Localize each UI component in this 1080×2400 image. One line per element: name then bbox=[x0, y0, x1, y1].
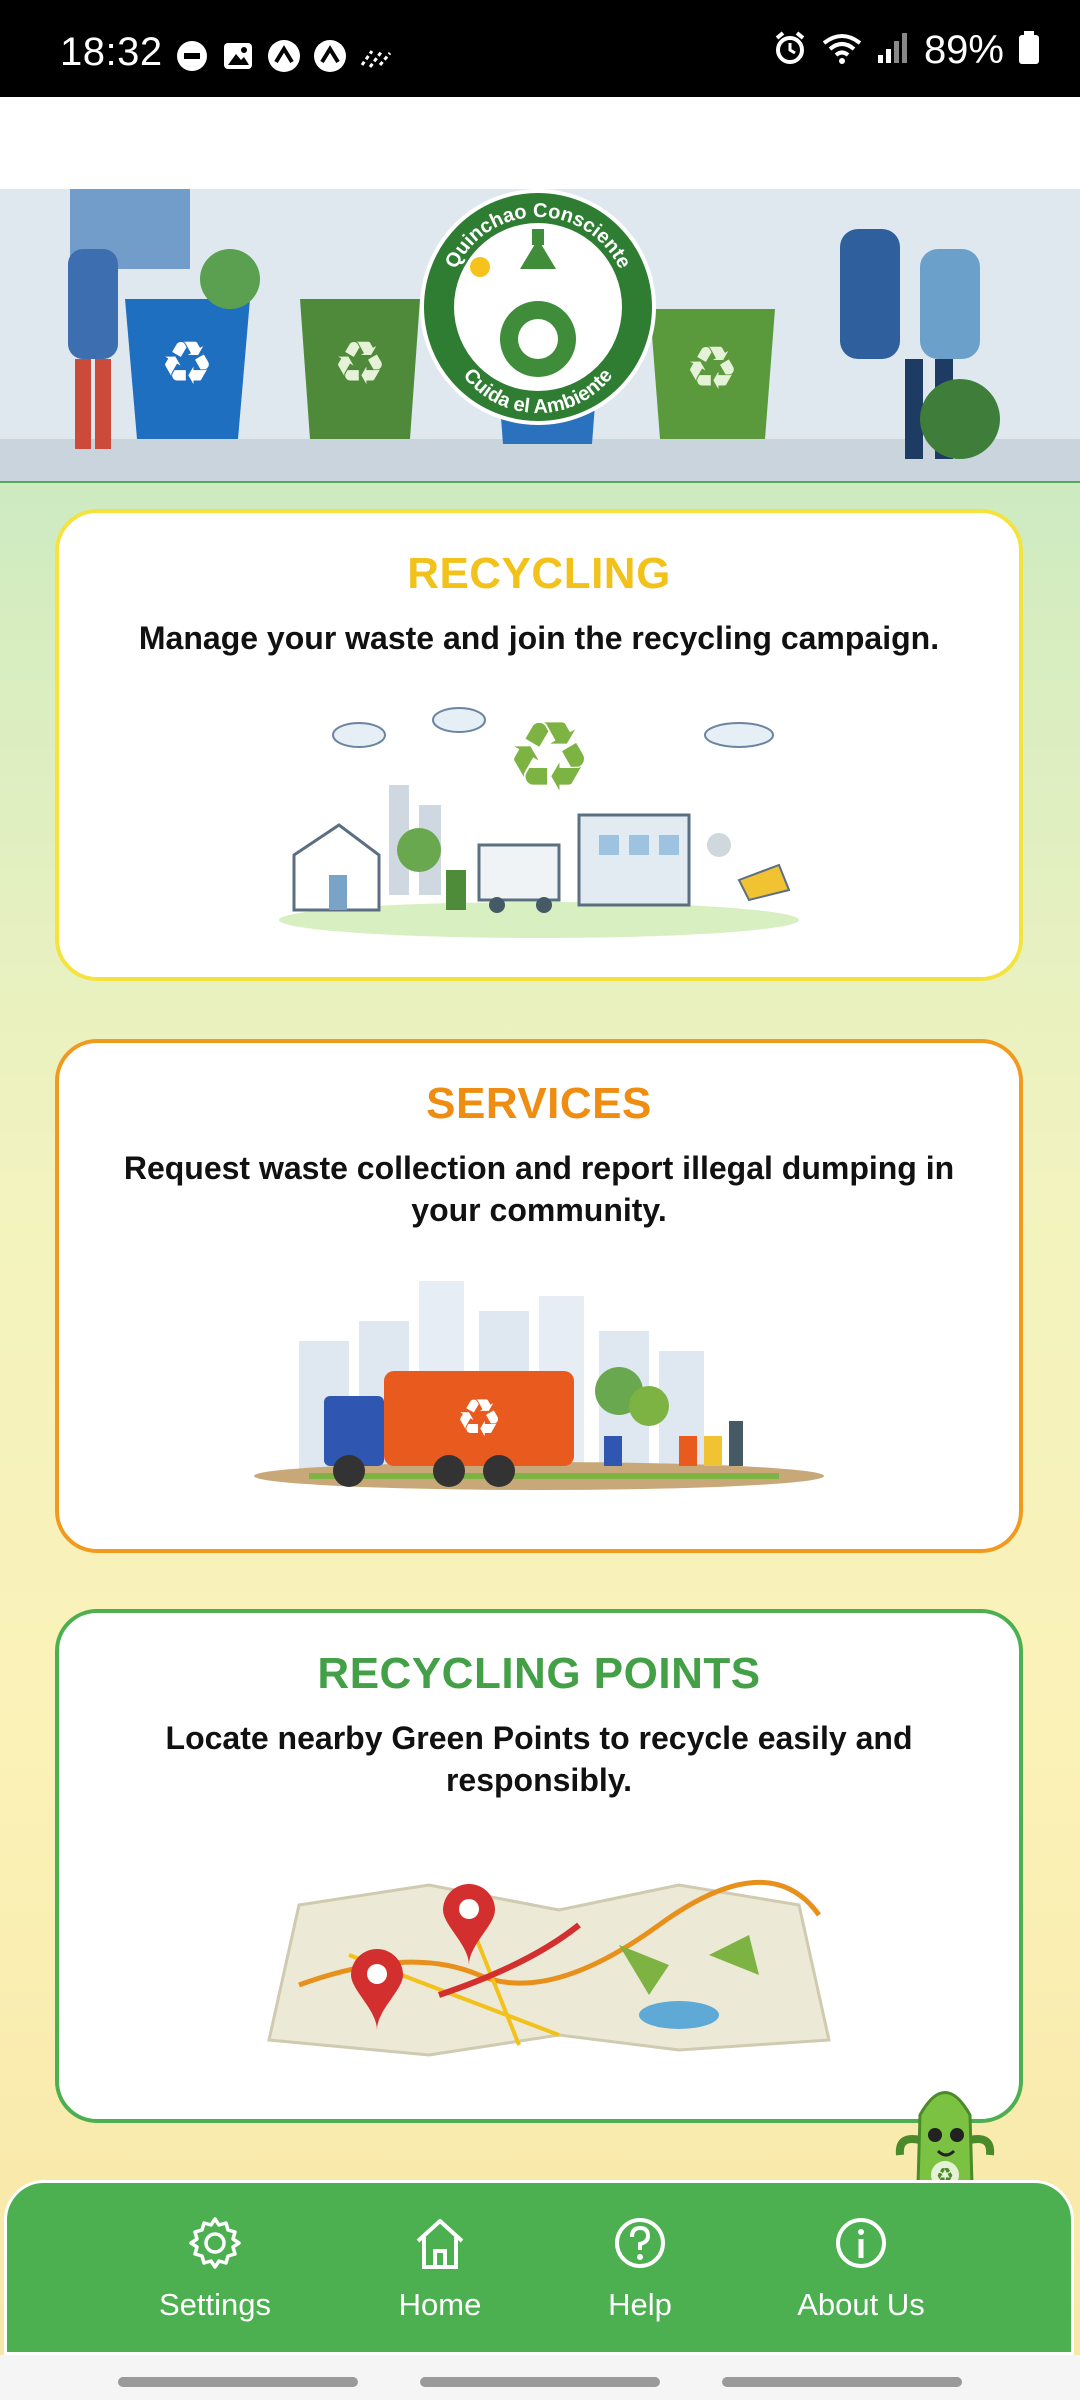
recycling-card[interactable]: RECYCLING Manage your waste and join the… bbox=[55, 509, 1023, 981]
do-not-disturb-icon bbox=[174, 38, 210, 74]
recycling-card-description: Manage your waste and join the recycling… bbox=[138, 620, 940, 656]
nav-about[interactable]: About Us bbox=[761, 2213, 961, 2323]
hero-banner: ♻ ♻ ♻ Quinchao Consciente Cuida el Ambie… bbox=[0, 189, 1080, 483]
svg-text:♻: ♻ bbox=[506, 704, 592, 811]
nav-settings[interactable]: Settings bbox=[115, 2213, 315, 2323]
gallery-icon bbox=[220, 38, 256, 74]
recycling-points-card[interactable]: RECYCLING POINTS Locate nearby Green Poi… bbox=[55, 1609, 1023, 2123]
recycling-points-card-description: Locate nearby Green Points to recycle ea… bbox=[165, 1720, 913, 1798]
gear-icon bbox=[189, 2217, 241, 2269]
nav-home-label: Home bbox=[398, 2287, 482, 2322]
system-navigation-bar bbox=[0, 2355, 1080, 2400]
battery-icon bbox=[1018, 31, 1040, 70]
signal-icon bbox=[876, 31, 910, 70]
nav-help[interactable]: Help bbox=[540, 2213, 740, 2323]
alarm-icon bbox=[772, 30, 808, 71]
recycling-city-illustration: ♻ bbox=[279, 704, 799, 938]
app-icon bbox=[266, 38, 302, 74]
svg-text:♻: ♻ bbox=[456, 1390, 503, 1448]
recent-apps-handle[interactable] bbox=[118, 2377, 358, 2387]
services-card[interactable]: SERVICES Request waste collection and re… bbox=[55, 1039, 1023, 1553]
recycling-card-title: RECYCLING bbox=[407, 549, 671, 598]
nav-settings-label: Settings bbox=[158, 2287, 271, 2322]
back-handle[interactable] bbox=[722, 2377, 962, 2387]
nav-about-label: About Us bbox=[797, 2287, 925, 2322]
home-icon bbox=[416, 2219, 464, 2269]
nav-home[interactable]: Home bbox=[340, 2213, 540, 2323]
system-icons: 89% bbox=[772, 28, 1040, 73]
bottom-navigation: Settings Home Help About Us bbox=[4, 2180, 1074, 2355]
wifi-calling-icon bbox=[358, 38, 394, 74]
home-screen: ♻ ♻ ♻ Quinchao Consciente Cuida el Ambie… bbox=[0, 189, 1080, 2400]
svg-text:♻: ♻ bbox=[685, 335, 739, 402]
status-time: 18:32 bbox=[60, 30, 163, 74]
app-header bbox=[0, 97, 1080, 189]
garbage-truck-illustration: ♻ bbox=[254, 1281, 824, 1490]
help-icon bbox=[615, 2218, 665, 2268]
wifi-icon bbox=[822, 31, 862, 70]
services-card-title: SERVICES bbox=[426, 1079, 652, 1128]
map-illustration bbox=[267, 1879, 831, 2057]
services-card-description: Request waste collection and report ille… bbox=[123, 1150, 955, 1228]
quinchao-logo: Quinchao Consciente Cuida el Ambiente bbox=[420, 189, 656, 425]
svg-text:♻: ♻ bbox=[333, 330, 387, 397]
recycling-points-card-title: RECYCLING POINTS bbox=[317, 1649, 761, 1698]
battery-percent: 89% bbox=[923, 28, 1004, 72]
app-icon bbox=[312, 38, 348, 74]
notification-icons bbox=[174, 38, 394, 74]
nav-help-label: Help bbox=[608, 2287, 672, 2322]
info-icon bbox=[836, 2218, 886, 2268]
svg-text:♻: ♻ bbox=[160, 330, 214, 397]
status-bar: 18:32 89% bbox=[0, 0, 1080, 97]
home-handle[interactable] bbox=[420, 2377, 660, 2387]
